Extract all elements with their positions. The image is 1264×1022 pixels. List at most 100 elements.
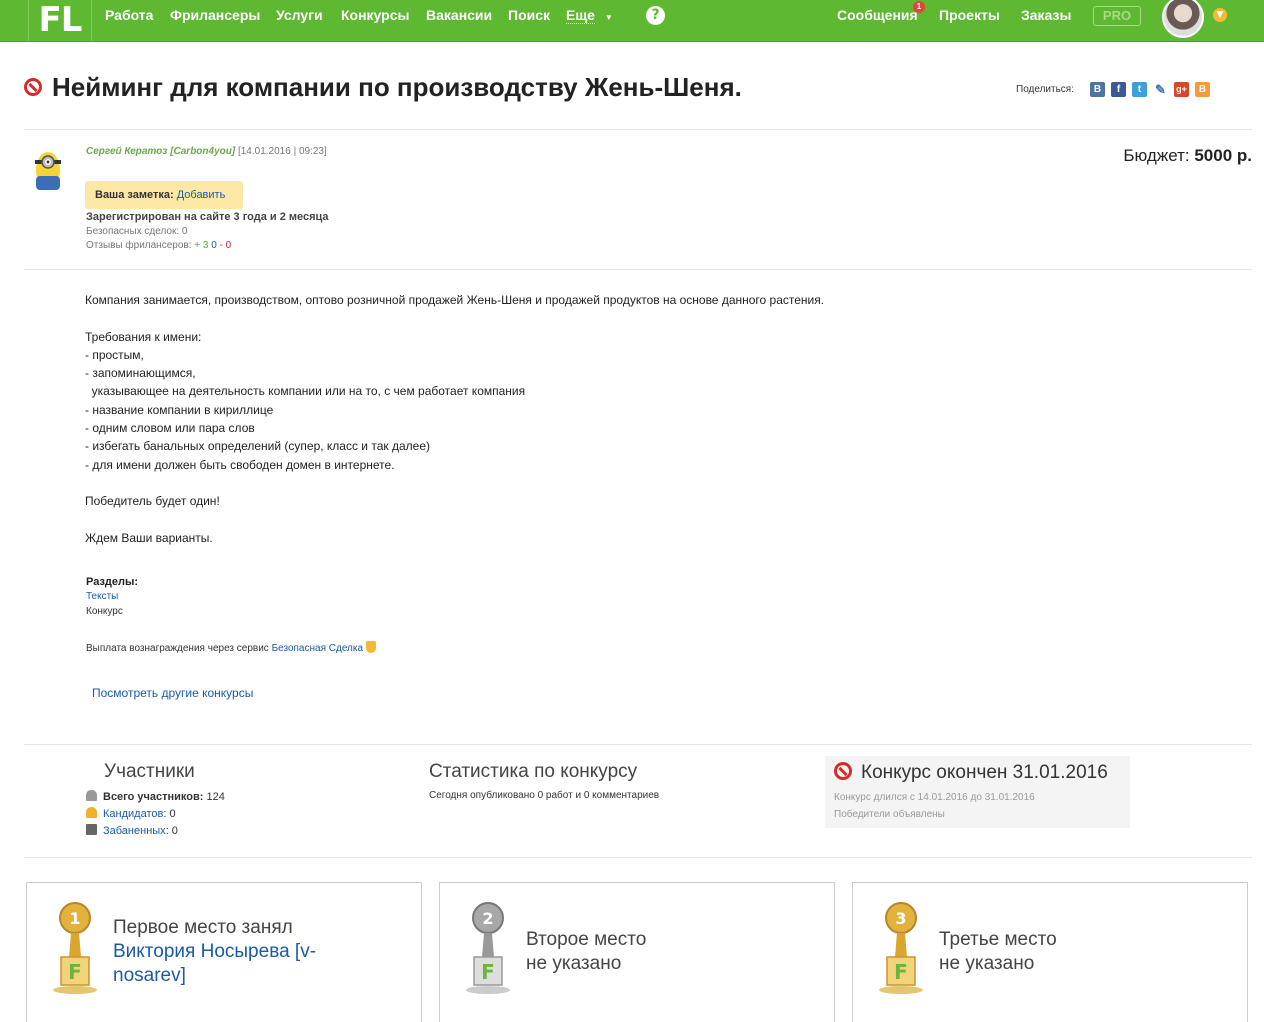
total-participants: Всего участников: 124 xyxy=(86,790,225,803)
divider xyxy=(24,269,1252,270)
safe-deal-link[interactable]: Безопасная Сделка xyxy=(272,643,363,654)
candidates-value: : 0 xyxy=(163,808,176,820)
other-contests-link[interactable]: Посмотреть другие конкурсы xyxy=(92,686,253,700)
gold-trophy-icon: 1 F xyxy=(53,902,97,994)
reviews-label: Отзывы фрилансеров: xyxy=(86,240,192,251)
third-place-card: 3 F Третье место не указано xyxy=(852,882,1248,1022)
author-name-link[interactable]: Сергей Кератоз xyxy=(86,146,167,157)
candidate-icon xyxy=(86,807,97,818)
trophy-letter: F xyxy=(481,960,495,984)
payment-info: Выплата вознаграждения через сервис Безо… xyxy=(86,641,377,654)
contest-stats-text: Сегодня опубликовано 0 работ и 0 коммент… xyxy=(429,790,660,801)
publish-date: [14.01.2016 | 09:23] xyxy=(237,146,327,157)
project-description: Компания занимается, производством, опто… xyxy=(85,293,825,545)
note-add-link[interactable]: Добавить xyxy=(177,189,226,201)
divider xyxy=(24,744,1252,745)
lock-icon xyxy=(86,824,97,835)
second-place-card: 2 F Второе место не указано xyxy=(439,882,835,1022)
trophy-number: 2 xyxy=(482,909,493,928)
closed-ban-icon xyxy=(834,762,852,780)
trophy-letter: F xyxy=(894,960,908,984)
payment-text: Выплата вознаграждения через сервис xyxy=(86,643,269,654)
silver-trophy-icon: 2 F xyxy=(466,902,510,994)
second-place-label: Второе место xyxy=(526,929,647,950)
messages-badge: 1 xyxy=(913,1,925,13)
googleplus-share-icon[interactable]: g+ xyxy=(1174,82,1189,97)
divider xyxy=(24,129,1252,130)
third-place-status: не указано xyxy=(939,953,1035,974)
trophy-number: 1 xyxy=(69,909,80,928)
safe-deals-count: Безопасных сделок: 0 xyxy=(86,226,188,237)
divider xyxy=(24,857,1252,858)
livejournal-share-icon[interactable]: ✎ xyxy=(1153,82,1168,97)
trophy-number: 3 xyxy=(895,909,906,928)
first-place-card: 1 F Первое место занял Виктория Носырева… xyxy=(26,882,422,1022)
page-title: Нейминг для компании по производству Жен… xyxy=(52,72,742,102)
candidates-row: Кандидатов: 0 xyxy=(86,807,176,820)
pro-button[interactable]: PRO xyxy=(1093,6,1141,26)
contest-duration: Конкурс длился с 14.01.2016 до 31.01.201… xyxy=(834,792,1035,803)
closed-ban-icon xyxy=(24,78,42,96)
winners-announced: Победители объявлены xyxy=(834,809,945,820)
nav-orders[interactable]: Заказы xyxy=(1021,0,1071,41)
section-contest: Конкурс xyxy=(86,606,123,617)
nav-search[interactable]: Поиск xyxy=(508,0,550,41)
banned-row: Забаненных: 0 xyxy=(86,824,178,837)
freelancer-reviews: Отзывы фрилансеров: + 3 0 - 0 xyxy=(86,240,231,251)
nav-freelancers[interactable]: Фрилансеры xyxy=(170,0,260,41)
registration-info: Зарегистрирован на сайте 3 года и 2 меся… xyxy=(86,211,329,223)
fl-logo[interactable]: FL xyxy=(28,0,92,41)
contest-ended-box: Конкурс окончен 31.01.2016 Конкурс длилс… xyxy=(825,756,1130,828)
note-box: Ваша заметка: Добавить xyxy=(85,181,243,209)
participants-title: Участники xyxy=(104,761,195,782)
banned-value: : 0 xyxy=(165,825,178,837)
note-label: Ваша заметка: xyxy=(95,189,174,201)
user-avatar[interactable] xyxy=(1162,0,1204,38)
user-menu-chevron-icon[interactable]: ▼ xyxy=(1213,8,1227,22)
second-place-text: Второе место не указано xyxy=(526,928,646,976)
help-icon[interactable]: ? xyxy=(646,6,665,25)
total-label: Всего участников: xyxy=(103,791,204,803)
total-value: 124 xyxy=(206,791,225,803)
author-info: Сергей Кератоз [Carbon4you] [14.01.2016 … xyxy=(86,146,327,157)
author-login-link[interactable]: [Carbon4you] xyxy=(170,146,235,157)
top-navigation: FL Работа Фрилансеры Услуги Конкурсы Вак… xyxy=(0,0,1264,42)
budget-label: Бюджет: xyxy=(1123,146,1190,165)
section-link-texts[interactable]: Тексты xyxy=(86,591,118,602)
trophy-letter: F xyxy=(68,960,82,984)
sections-label: Разделы: xyxy=(86,576,139,588)
nav-work[interactable]: Работа xyxy=(105,0,153,41)
share-label: Поделиться: xyxy=(1016,84,1074,95)
first-place-label: Первое место занял xyxy=(113,917,293,938)
second-place-status: не указано xyxy=(526,953,622,974)
nav-contests[interactable]: Конкурсы xyxy=(341,0,409,41)
banned-link[interactable]: Забаненных xyxy=(103,825,166,837)
author-avatar[interactable] xyxy=(30,148,66,192)
reviews-positive-link[interactable]: + 3 xyxy=(194,240,208,251)
third-place-label: Третье место xyxy=(939,929,1057,950)
nav-projects[interactable]: Проекты xyxy=(939,0,1000,41)
bronze-trophy-icon: 3 F xyxy=(879,902,923,994)
vk-share-icon[interactable]: B xyxy=(1090,82,1105,97)
contest-ended-title: Конкурс окончен 31.01.2016 xyxy=(861,762,1108,783)
twitter-share-icon[interactable]: t xyxy=(1132,82,1147,97)
nav-services[interactable]: Услуги xyxy=(276,0,323,41)
first-place-winner-link[interactable]: Виктория Носырева [v-nosarev] xyxy=(113,940,353,988)
facebook-share-icon[interactable]: f xyxy=(1111,82,1126,97)
shield-icon xyxy=(366,641,377,653)
third-place-text: Третье место не указано xyxy=(939,928,1057,976)
budget-value: 5000 р. xyxy=(1194,146,1252,165)
first-place-text: Первое место занял Виктория Носырева [v-… xyxy=(113,916,353,988)
reviews-neutral-link[interactable]: 0 xyxy=(211,240,217,251)
blogger-share-icon[interactable]: B xyxy=(1195,82,1210,97)
nav-more-label[interactable]: Еще xyxy=(566,7,595,24)
contest-stats-title: Статистика по конкурсу xyxy=(429,761,638,782)
budget: Бюджет: 5000 р. xyxy=(1123,146,1252,166)
nav-more[interactable]: Еще ▼ xyxy=(566,0,613,41)
candidates-link[interactable]: Кандидатов xyxy=(103,808,163,820)
reviews-negative-link[interactable]: - 0 xyxy=(220,240,232,251)
person-icon xyxy=(86,790,97,801)
nav-messages[interactable]: Сообщения xyxy=(837,0,918,41)
chevron-down-icon: ▼ xyxy=(604,13,613,22)
nav-vacancies[interactable]: Вакансии xyxy=(426,0,492,41)
